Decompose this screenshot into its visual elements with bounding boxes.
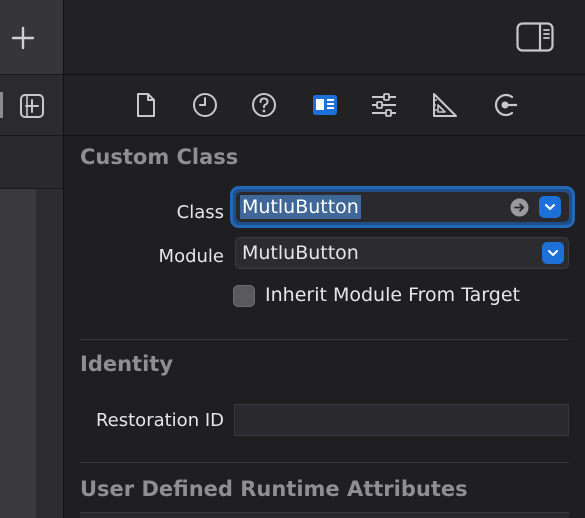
ruler-icon: [433, 93, 457, 117]
identity-inspector-panel: Custom Class Class MutluButton Module Mu…: [64, 0, 585, 518]
custom-class-title: Custom Class: [80, 145, 239, 169]
class-input[interactable]: MutluButton: [240, 195, 361, 219]
tab-identity-inspector[interactable]: [311, 91, 339, 119]
question-icon: [252, 93, 276, 117]
module-value: MutluButton: [242, 242, 359, 264]
chevron-down-icon: [548, 250, 558, 256]
navigate-arrow-icon[interactable]: [510, 198, 529, 217]
connection-arrow-icon: [494, 93, 517, 117]
section-divider: [80, 462, 569, 463]
identity-card-icon: [313, 95, 337, 115]
inherit-module-label[interactable]: Inherit Module From Target: [265, 284, 520, 306]
left-canvas-margin: [36, 189, 63, 518]
inherit-module-checkbox[interactable]: [233, 285, 255, 307]
tab-quick-help[interactable]: [250, 91, 278, 119]
document-icon: [137, 93, 155, 117]
clock-icon: [193, 93, 217, 117]
plus-icon[interactable]: [11, 26, 35, 50]
left-toolbar: [0, 0, 63, 75]
runtime-attributes-table[interactable]: [80, 512, 569, 518]
section-divider: [80, 339, 569, 340]
restoration-id-label: Restoration ID: [95, 410, 224, 431]
sliders-icon: [372, 93, 396, 117]
class-label: Class: [176, 202, 224, 223]
add-library-icon[interactable]: [19, 93, 45, 119]
inspector-toolbar: [64, 0, 585, 75]
left-canvas: [0, 189, 36, 518]
left-editor-strip: [0, 0, 63, 518]
restoration-id-input[interactable]: [234, 404, 569, 436]
module-popup[interactable]: MutluButton: [235, 237, 569, 269]
class-combo-field[interactable]: MutluButton: [236, 192, 569, 222]
class-dropdown-button[interactable]: [539, 196, 561, 218]
tab-history-inspector[interactable]: [191, 91, 219, 119]
tab-file-inspector[interactable]: [132, 91, 160, 119]
inspector-tab-bar: [64, 75, 585, 136]
tab-attributes-inspector[interactable]: [370, 91, 398, 119]
left-jumpbar: [0, 136, 63, 189]
tab-size-inspector[interactable]: [430, 91, 458, 119]
xcode-window: Custom Class Class MutluButton Module Mu…: [0, 0, 585, 518]
user-defined-attributes-title: User Defined Runtime Attributes: [80, 477, 468, 501]
module-dropdown-button[interactable]: [542, 242, 564, 264]
left-divider: [0, 92, 3, 118]
tab-connections-inspector[interactable]: [491, 91, 519, 119]
right-sidebar-toggle-icon[interactable]: [516, 22, 554, 52]
chevron-down-icon: [545, 204, 555, 210]
identity-title: Identity: [80, 352, 174, 376]
module-label: Module: [158, 246, 224, 267]
